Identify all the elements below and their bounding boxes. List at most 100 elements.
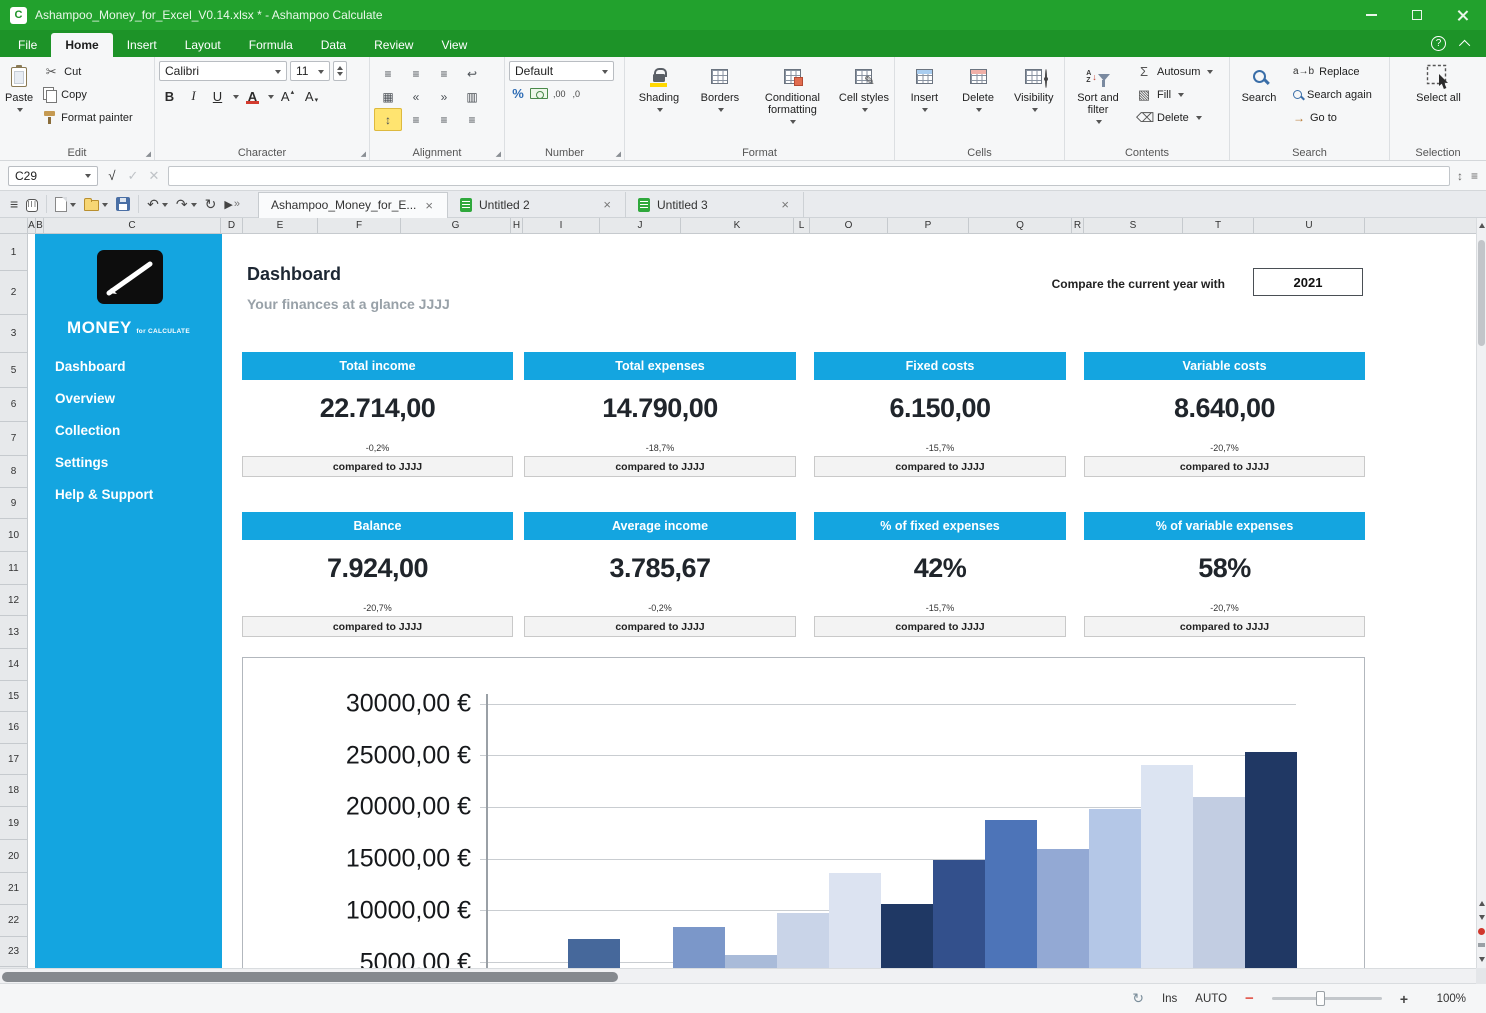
italic-button[interactable]: I	[183, 86, 204, 106]
align-bottom-button[interactable]: ≡	[430, 62, 458, 85]
row-header-13[interactable]: 13	[0, 616, 27, 649]
font-family-select[interactable]: Calibri	[159, 61, 287, 81]
conditional-formatting-button[interactable]: Conditional formatting	[751, 61, 834, 127]
alignment-dialog-launcher-icon[interactable]: ◢	[496, 151, 501, 158]
row-header-23[interactable]: 23	[0, 937, 27, 967]
column-header-R[interactable]: R	[1072, 218, 1084, 233]
sync-icon[interactable]: ↻	[1132, 990, 1144, 1007]
menu-tab-layout[interactable]: Layout	[171, 33, 235, 57]
align-center-button[interactable]: ≡	[430, 108, 458, 131]
grow-font-button[interactable]: A▴	[277, 86, 298, 106]
zoom-slider[interactable]	[1272, 997, 1382, 1000]
zoom-in-button[interactable]: +	[1400, 991, 1408, 1007]
go-to-button[interactable]: →Go to	[1289, 107, 1376, 128]
remove-decimal-button[interactable]: ,0	[571, 88, 583, 100]
column-header-J[interactable]: J	[600, 218, 681, 233]
borders-button[interactable]: Borders	[692, 61, 748, 115]
pan-tool-button[interactable]	[22, 193, 42, 216]
underline-options-icon[interactable]	[233, 95, 239, 102]
vertical-scrollbar[interactable]	[1476, 218, 1486, 968]
row-header-22[interactable]: 22	[0, 905, 27, 937]
font-size-select[interactable]: 11	[290, 61, 330, 81]
row-header-16[interactable]: 16	[0, 712, 27, 744]
text-orientation-button[interactable]: ↕	[374, 108, 402, 131]
formula-bar-resize-icon[interactable]: ↕	[1457, 169, 1463, 183]
menu-tab-view[interactable]: View	[427, 33, 481, 57]
decrease-indent-button[interactable]: «	[402, 85, 430, 108]
row-header-12[interactable]: 12	[0, 585, 27, 616]
replace-button[interactable]: a→bReplace	[1289, 61, 1376, 82]
sort-and-filter-button[interactable]: AZ↓ Sort and filter	[1069, 61, 1127, 127]
merge-cells-button[interactable]: ▥	[458, 85, 486, 108]
sidebar-item-collection[interactable]: Collection	[55, 414, 216, 446]
open-button[interactable]	[80, 193, 112, 216]
insert-mode-indicator[interactable]: Ins	[1162, 993, 1177, 1005]
menu-tab-formula[interactable]: Formula	[235, 33, 307, 57]
compare-year-input[interactable]: 2021	[1253, 268, 1363, 296]
vertical-scrollbar-thumb[interactable]	[1478, 240, 1485, 346]
align-right-button[interactable]: ≡	[458, 108, 486, 131]
sheet-canvas[interactable]: MONEY for CALCULATE DashboardOverviewCol…	[28, 234, 1476, 968]
collapse-ribbon-icon[interactable]	[1459, 39, 1470, 50]
help-icon[interactable]: ?	[1431, 36, 1446, 51]
cell-reference-box[interactable]: C29	[8, 166, 98, 186]
font-size-spinner[interactable]	[333, 61, 347, 81]
percent-format-button[interactable]: %	[509, 86, 527, 101]
row-header-1[interactable]: 1	[0, 234, 27, 271]
column-header-S[interactable]: S	[1084, 218, 1183, 233]
currency-format-button[interactable]	[530, 88, 548, 99]
align-left-button[interactable]: ≡	[402, 108, 430, 131]
column-header-C[interactable]: C	[44, 218, 221, 233]
column-header-A[interactable]: A	[28, 218, 36, 233]
row-header-21[interactable]: 21	[0, 873, 27, 905]
accept-icon[interactable]: ✓	[126, 168, 140, 184]
format-painter-button[interactable]: Format painter	[39, 107, 137, 128]
column-header-I[interactable]: I	[523, 218, 600, 233]
column-header-Q[interactable]: Q	[969, 218, 1072, 233]
formula-input[interactable]	[168, 166, 1450, 186]
row-header-5[interactable]: 5	[0, 353, 27, 388]
row-header-20[interactable]: 20	[0, 840, 27, 873]
formula-icon[interactable]: √	[105, 168, 119, 183]
scroll-up-icon[interactable]	[1479, 223, 1485, 228]
number-format-select[interactable]: Default	[509, 61, 614, 81]
search-again-button[interactable]: Search again	[1289, 84, 1376, 105]
row-header-2[interactable]: 2	[0, 271, 27, 315]
document-tab[interactable]: Ashampoo_Money_for_E...×	[258, 192, 448, 218]
menu-tab-review[interactable]: Review	[360, 33, 427, 57]
shrink-font-button[interactable]: A▾	[301, 86, 322, 106]
fill-button[interactable]: ▧Fill	[1132, 84, 1217, 105]
redo-button[interactable]: ↷	[172, 193, 201, 216]
horizontal-scrollbar[interactable]	[0, 968, 1476, 984]
column-header-B[interactable]: B	[36, 218, 44, 233]
cut-button[interactable]: ✂Cut	[39, 61, 137, 82]
delete-cells-button[interactable]: Delete	[953, 61, 1004, 115]
row-header-17[interactable]: 17	[0, 744, 27, 775]
column-header-K[interactable]: K	[681, 218, 794, 233]
scroll-down-button[interactable]	[1477, 952, 1486, 966]
minimize-button[interactable]	[1348, 0, 1394, 30]
row-header-8[interactable]: 8	[0, 456, 27, 488]
sheet-prev-button[interactable]	[1477, 896, 1486, 910]
column-header-G[interactable]: G	[401, 218, 511, 233]
menu-tab-insert[interactable]: Insert	[113, 33, 171, 57]
font-color-options-icon[interactable]	[268, 95, 274, 102]
maximize-button[interactable]	[1394, 0, 1440, 30]
document-tab[interactable]: Untitled 3×	[626, 192, 804, 218]
row-header-7[interactable]: 7	[0, 422, 27, 456]
column-header-L[interactable]: L	[794, 218, 810, 233]
formula-bar-options-icon[interactable]: ≡	[1471, 169, 1478, 183]
row-header-15[interactable]: 15	[0, 681, 27, 712]
refresh-button[interactable]: ↻	[201, 193, 221, 216]
zoom-level[interactable]: 100%	[1426, 993, 1466, 1005]
menu-tab-data[interactable]: Data	[307, 33, 360, 57]
menu-tab-file[interactable]: File	[4, 33, 51, 57]
autosum-button[interactable]: ΣAutosum	[1132, 61, 1217, 82]
zoom-out-button[interactable]: −	[1245, 990, 1254, 1007]
row-header-3[interactable]: 3	[0, 315, 27, 353]
sheet-next-button[interactable]	[1477, 910, 1486, 924]
row-header-19[interactable]: 19	[0, 807, 27, 840]
menu-tab-home[interactable]: Home	[51, 33, 112, 57]
delete-contents-button[interactable]: ⌫Delete	[1132, 107, 1217, 128]
column-header-D[interactable]: D	[221, 218, 243, 233]
